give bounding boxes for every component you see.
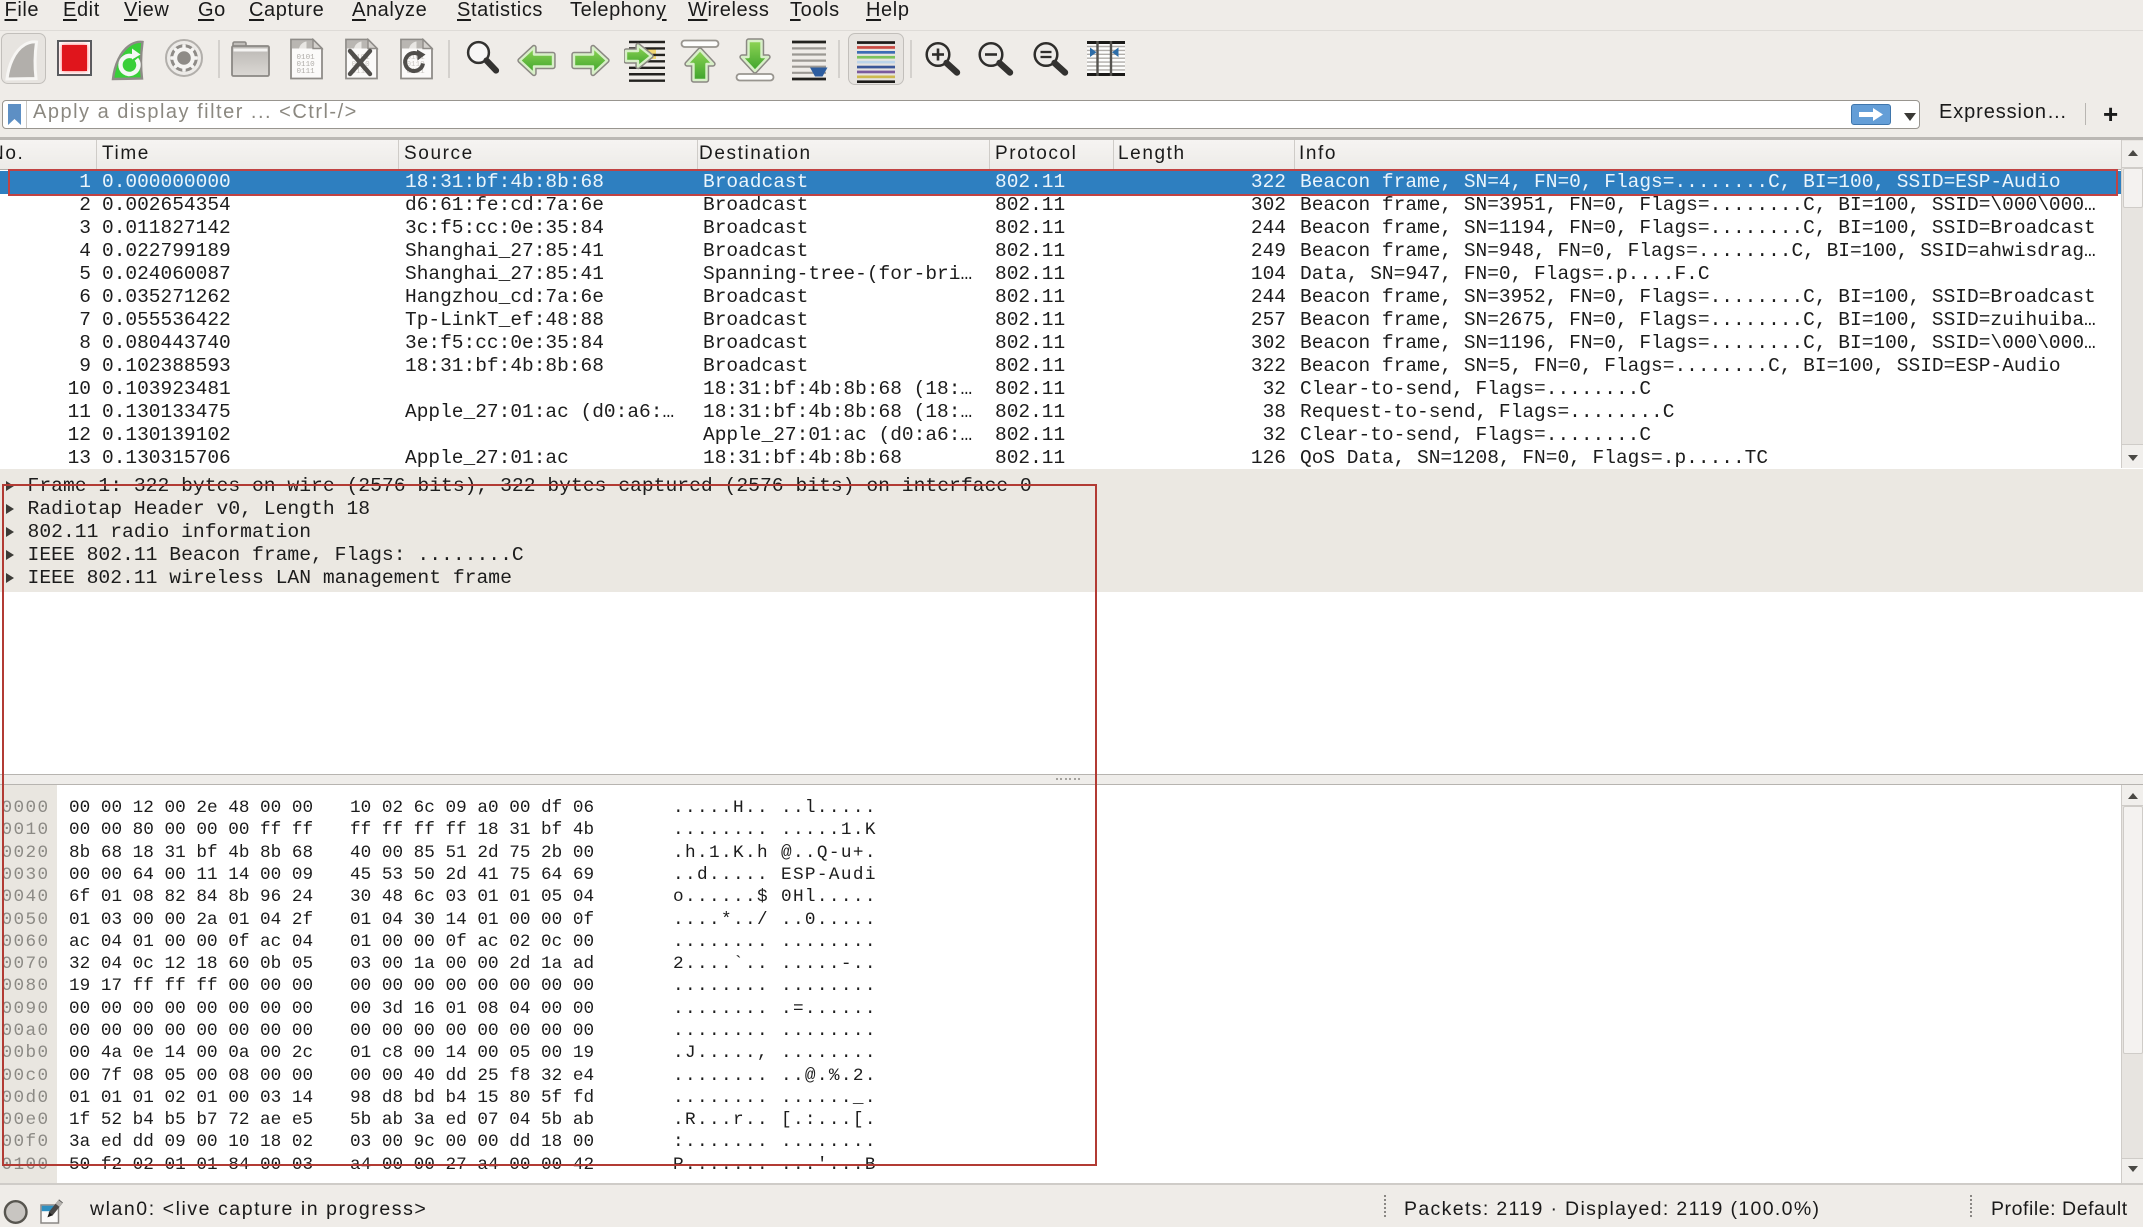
svg-text:0111: 0111 (297, 68, 316, 76)
